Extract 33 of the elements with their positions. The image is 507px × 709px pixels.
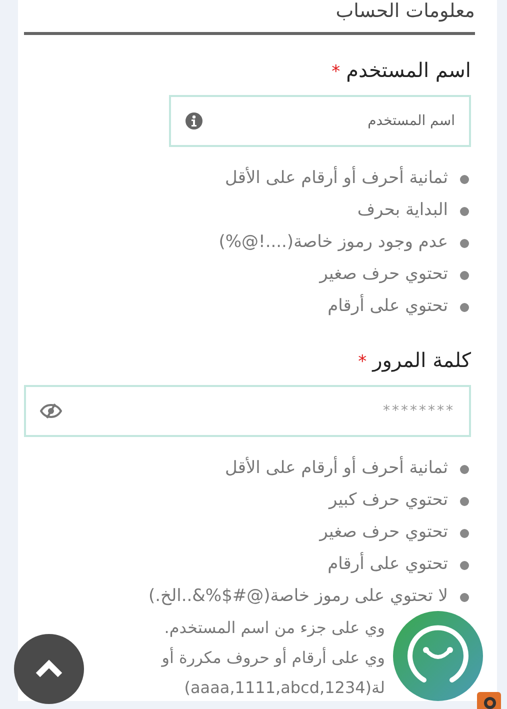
rule-text: وي على جزء من اسم المستخدم.: [164, 617, 385, 639]
bullet-icon: [460, 560, 469, 570]
rule-text: لة(aaaa,1111,abcd,1234): [184, 677, 385, 699]
bullet-icon: [460, 206, 469, 216]
required-asterisk: *: [332, 62, 340, 82]
bullet-icon: [460, 238, 469, 248]
field-label: اسم المستخدم: [346, 58, 471, 82]
bullet-icon: [460, 496, 469, 506]
rule-text: تحتوي حرف كبير: [329, 489, 448, 512]
bullet-icon: [460, 302, 469, 312]
rule-text: تحتوي على أرقام: [328, 552, 448, 576]
rule-text: البداية بحرف: [357, 199, 448, 222]
password-field[interactable]: ********: [24, 385, 471, 437]
rule-text: وي على أرقام أو حروف مكررة أو: [162, 646, 385, 669]
bullet-icon: [460, 270, 469, 280]
info-icon[interactable]: [185, 112, 203, 130]
rule-text: ثمانية أحرف أو أرقام على الأقل: [224, 456, 448, 480]
rule-text: تحتوي حرف صغير: [320, 521, 448, 544]
bullet-icon: [460, 528, 469, 538]
rule-text: ثمانية أحرف أو أرقام على الأقل: [224, 166, 448, 190]
field-label: كلمة المرور: [372, 348, 471, 372]
required-asterisk: *: [358, 352, 367, 372]
rule-text: عدم وجود رموز خاصة(....!@%): [218, 231, 448, 254]
bullet-icon: [460, 464, 469, 474]
bullet-icon: [460, 592, 469, 602]
username-field[interactable]: اسم المستخدم: [169, 95, 471, 147]
chevron-up-icon: [34, 659, 64, 679]
rule-text: تحتوي حرف صغير: [320, 263, 448, 286]
rule-text: لا تحتوي على رموز خاصة(@#$%&..الخ.): [148, 585, 448, 608]
eye-slash-icon[interactable]: [40, 403, 62, 419]
bullet-icon: [460, 174, 469, 184]
rule-text: تحتوي على أرقام: [328, 294, 448, 318]
section-title: معلومات الحساب: [334, 0, 475, 24]
